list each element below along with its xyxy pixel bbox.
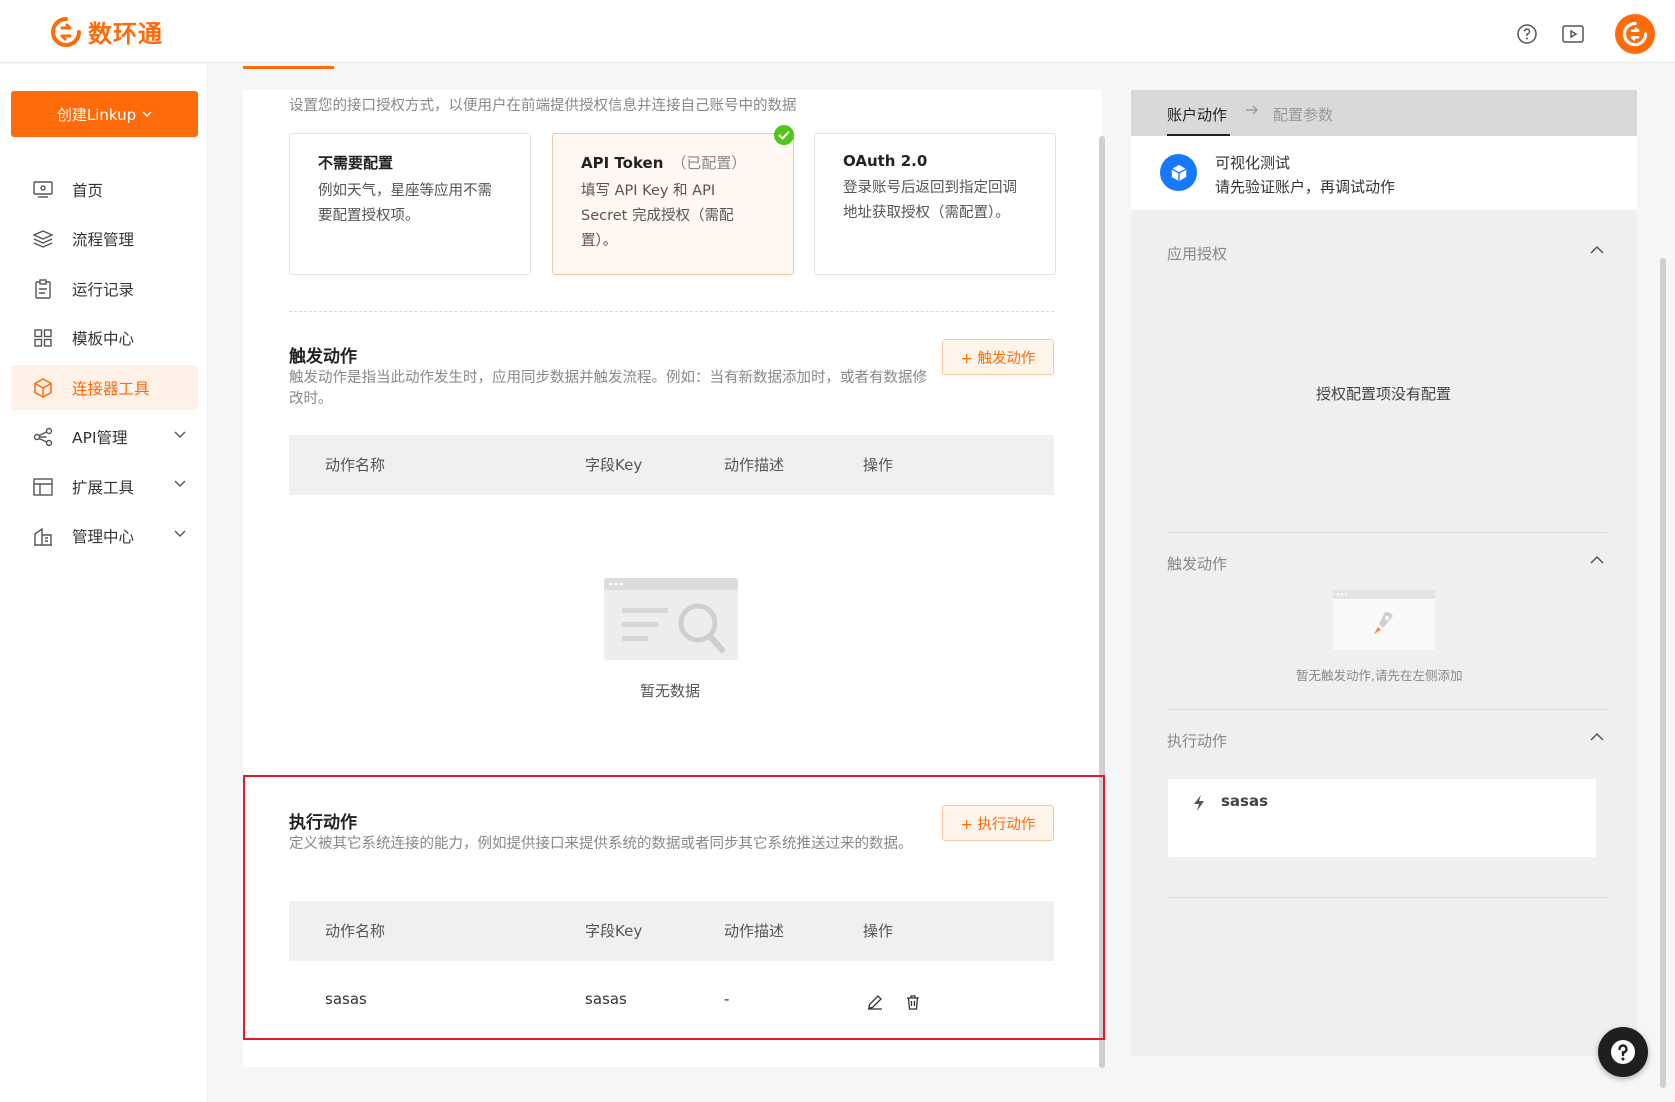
sidebar: 创建Linkup 首页 流程管理 运行记录 模板中心 连接器工具 API管理 扩… [0, 64, 208, 1102]
chevron-up-icon[interactable] [1590, 732, 1604, 742]
auth-option-none[interactable]: 不需要配置 例如天气，星座等应用不需要配置授权项。 [289, 133, 531, 275]
help-button[interactable] [1598, 1027, 1648, 1077]
auth-option-title: API Token （已配置） [581, 154, 747, 172]
divider [1167, 532, 1607, 533]
app-auth-title: 应用授权 [1167, 245, 1228, 263]
sidebar-item-api[interactable]: API管理 [11, 415, 198, 460]
column-header: 动作名称 [325, 456, 386, 474]
sidebar-item-templates[interactable]: 模板中心 [11, 316, 198, 361]
sidebar-item-admin[interactable]: 管理中心 [11, 514, 198, 559]
sidebar-item-label: 运行记录 [72, 280, 135, 299]
top-bar: 数环通 [0, 0, 1675, 63]
column-header: 操作 [863, 456, 894, 474]
clipboard-icon [33, 278, 53, 299]
tab-config-params[interactable]: 配置参数 [1273, 104, 1333, 125]
execute-action-item[interactable] [1168, 779, 1596, 857]
rocket-illustration [1333, 590, 1435, 650]
trigger-table-header: 动作名称 字段Key 动作描述 操作 [289, 435, 1054, 495]
logo-icon [51, 16, 81, 47]
building-icon [33, 526, 53, 546]
brand-logo[interactable]: 数环通 [50, 14, 163, 49]
sidebar-item-records[interactable]: 运行记录 [11, 266, 198, 311]
video-play-icon[interactable] [1561, 22, 1585, 46]
add-trigger-button[interactable]: + 触发动作 [942, 339, 1054, 375]
sidebar-item-label: 首页 [72, 181, 104, 200]
column-header: 动作描述 [724, 456, 785, 474]
monitor-icon [33, 180, 53, 200]
cube-icon [33, 377, 53, 398]
chevron-down-icon [174, 480, 186, 487]
layers-icon [33, 229, 53, 249]
layout-icon [33, 477, 53, 497]
auth-option-title: OAuth 2.0 [843, 152, 928, 170]
sidebar-item-connector[interactable]: 连接器工具 [11, 365, 198, 410]
cube-icon [1160, 154, 1197, 191]
sidebar-item-label: 流程管理 [72, 231, 135, 249]
chevron-up-icon[interactable] [1590, 555, 1604, 565]
empty-data-illustration [604, 578, 738, 660]
check-icon [774, 125, 794, 145]
active-tab-indicator [243, 66, 334, 69]
sidebar-item-label: 模板中心 [72, 330, 135, 348]
tab-account-actions[interactable]: 账户动作 [1167, 104, 1227, 125]
create-linkup-button[interactable]: 创建Linkup [11, 91, 198, 137]
sidebar-item-extensions[interactable]: 扩展工具 [11, 464, 198, 509]
column-header: 动作描述 [724, 922, 785, 940]
sidebar-item-flow[interactable]: 流程管理 [11, 217, 198, 262]
column-header: 字段Key [585, 922, 643, 940]
trigger-actions-title: 触发动作 [1167, 555, 1228, 573]
field-key-cell: sasas [585, 990, 627, 1008]
chevron-down-icon [142, 111, 152, 117]
auth-option-api-token[interactable]: API Token （已配置） 填写 API Key 和 API Secret 完… [552, 125, 794, 275]
column-header: 操作 [863, 922, 894, 940]
lightning-icon [1194, 795, 1204, 811]
auth-option-oauth[interactable]: OAuth 2.0 登录账号后返回到指定回调地址获取授权（需配置）。 [814, 133, 1056, 275]
sidebar-item-label: 管理中心 [72, 528, 135, 546]
auth-option-title: 不需要配置 [318, 154, 394, 172]
user-avatar[interactable] [1615, 14, 1655, 54]
sidebar-item-label: 扩展工具 [72, 478, 135, 497]
auth-subtitle: 设置您的接口授权方式，以便用户在前端提供授权信息并连接自己账号中的数据 [289, 98, 797, 114]
visual-test-banner [1131, 136, 1637, 210]
auth-option-desc: 例如天气，星座等应用不需要配置授权项。 [318, 183, 492, 224]
trigger-actions-empty: 暂无触发动作,请先在左侧添加 [1296, 668, 1463, 683]
auth-option-desc: 登录账号后返回到指定回调地址获取授权（需配置）。 [843, 180, 1017, 221]
execute-desc: 定义被其它系统连接的能力，例如提供接口来提供系统的数据或者同步其它系统推送过来的… [289, 836, 913, 852]
empty-data-text: 暂无数据 [640, 682, 701, 700]
auth-option-desc: 填写 API Key 和 API Secret 完成授权（需配置）。 [581, 183, 734, 249]
trigger-desc: 触发动作是指当此动作发生时，应用同步数据并触发流程。例如：当有新数据添加时，或者… [289, 370, 927, 407]
delete-icon[interactable] [904, 993, 922, 1011]
execute-actions-title: 执行动作 [1167, 732, 1228, 750]
visual-test-subtitle: 请先验证账户，再调试动作 [1215, 178, 1396, 196]
edit-icon[interactable] [866, 993, 884, 1011]
app-auth-empty: 授权配置项没有配置 [1316, 385, 1452, 403]
chevron-down-icon [174, 431, 186, 438]
execute-action-name: sasas [1221, 792, 1269, 810]
arrow-right-icon [1246, 105, 1258, 115]
visual-test-title: 可视化测试 [1215, 154, 1291, 172]
section-divider [289, 311, 1054, 312]
execute-table-header: 动作名称 字段Key 动作描述 操作 [289, 901, 1054, 961]
question-icon [1611, 1040, 1635, 1064]
chevron-up-icon[interactable] [1590, 245, 1604, 255]
action-name-cell: sasas [325, 990, 367, 1008]
create-linkup-label: 创建Linkup [56, 105, 137, 124]
chevron-down-icon [174, 530, 186, 537]
api-icon [33, 427, 53, 447]
column-header: 动作名称 [325, 922, 386, 940]
divider [1167, 897, 1607, 898]
column-header: 字段Key [585, 456, 643, 474]
sidebar-item-label: 连接器工具 [72, 379, 150, 398]
execute-title: 执行动作 [289, 813, 357, 833]
action-desc-cell: - [724, 990, 730, 1008]
divider [1167, 709, 1607, 710]
brand-name: 数环通 [88, 20, 163, 48]
sidebar-item-home[interactable]: 首页 [11, 167, 198, 212]
help-circle-icon[interactable] [1515, 22, 1539, 46]
right-scrollbar[interactable] [1660, 258, 1666, 1088]
grid-icon [33, 328, 53, 348]
add-execute-button[interactable]: + 执行动作 [942, 805, 1054, 841]
sidebar-item-label: API管理 [72, 429, 128, 447]
trigger-title: 触发动作 [289, 347, 357, 367]
